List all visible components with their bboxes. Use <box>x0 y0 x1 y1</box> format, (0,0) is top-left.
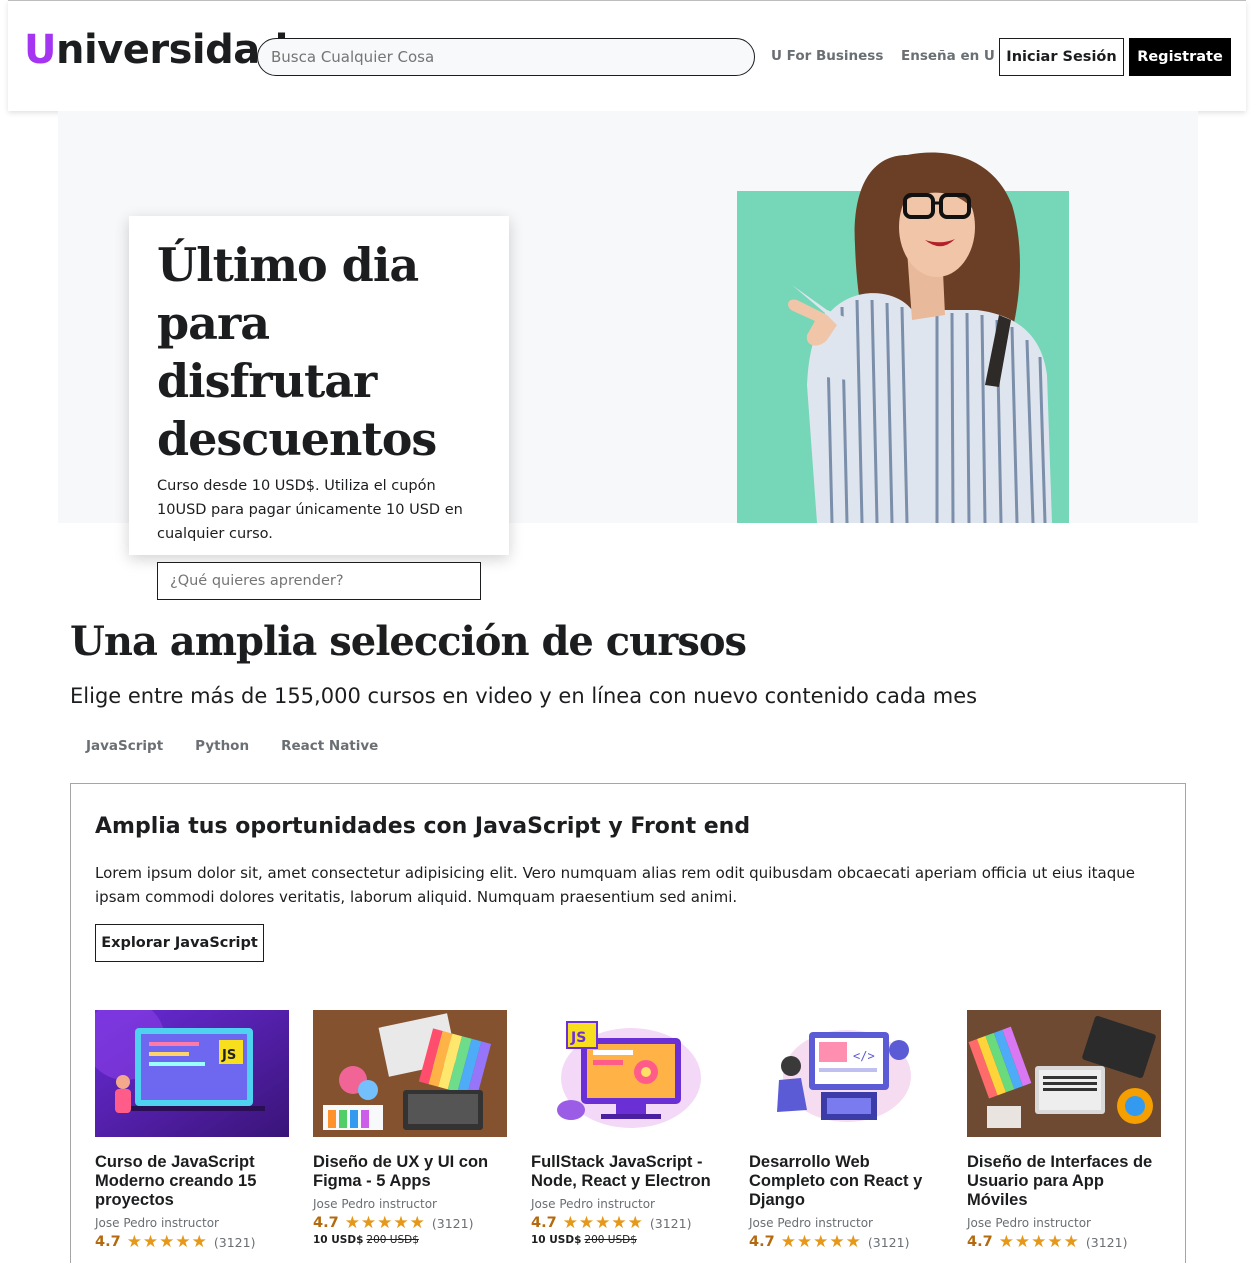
javascript-panel: Amplia tus oportunidades con JavaScript … <box>70 783 1186 1263</box>
hero-woman-image <box>737 135 1069 523</box>
course-title[interactable]: Curso de JavaScript Moderno creando 15 p… <box>95 1153 289 1210</box>
search-input[interactable] <box>257 38 755 76</box>
course-instructor: Jose Pedro instructor <box>967 1216 1091 1230</box>
star-icons: ★★★★★ <box>126 1232 208 1252</box>
top-navbar: Universidad U For Business Enseña en U I… <box>8 0 1246 111</box>
course-rating: 4.7 ★★★★★ (3121) <box>313 1213 507 1233</box>
hero-search-input[interactable] <box>157 562 481 600</box>
course-thumbnail[interactable] <box>313 1010 507 1137</box>
rating-value: 4.7 <box>95 1234 121 1250</box>
old-price: 200 USD$ <box>584 1234 637 1246</box>
course-card[interactable]: Diseño de Interfaces de Usuario para App… <box>967 1010 1161 1252</box>
course-rating: 4.7 ★★★★★ (3121) <box>95 1232 289 1252</box>
tab-react-native[interactable]: React Native <box>265 738 394 754</box>
svg-text:JS: JS <box>570 1030 586 1046</box>
logo-initial: U <box>24 27 56 73</box>
hero-description: Curso desde 10 USD$. Utiliza el cupón 10… <box>157 478 463 542</box>
section-title: Una amplia selección de cursos <box>70 618 747 665</box>
explore-javascript-button[interactable]: Explorar JavaScript <box>95 924 264 962</box>
course-thumbnail[interactable] <box>967 1010 1161 1137</box>
course-card[interactable]: </> Desarrollo Web Completo con React y … <box>749 1010 943 1252</box>
course-rating: 4.7 ★★★★★ (3121) <box>967 1232 1161 1252</box>
course-thumbnail[interactable]: </> <box>749 1010 943 1137</box>
star-icons: ★★★★★ <box>998 1232 1080 1252</box>
course-thumbnail[interactable]: JS <box>531 1010 725 1137</box>
rating-count: (3121) <box>649 1215 692 1231</box>
course-instructor: Jose Pedro instructor <box>95 1216 219 1230</box>
section-subtitle: Elige entre más de 155,000 cursos en vid… <box>70 684 978 708</box>
tab-python[interactable]: Python <box>179 738 265 754</box>
login-button[interactable]: Iniciar Sesión <box>999 38 1124 76</box>
svg-text:</>: </> <box>853 1049 875 1063</box>
rating-value: 4.7 <box>531 1215 557 1231</box>
star-icons: ★★★★★ <box>562 1213 644 1233</box>
panel-description: Lorem ipsum dolor sit, amet consectetur … <box>95 864 1135 906</box>
register-button[interactable]: Registrate <box>1129 38 1231 76</box>
rating-count: (3121) <box>213 1234 256 1250</box>
rating-count: (3121) <box>867 1234 910 1250</box>
rating-value: 4.7 <box>749 1234 775 1250</box>
course-title[interactable]: Diseño de UX y UI con Figma - 5 Apps <box>313 1153 507 1191</box>
course-title[interactable]: Desarrollo Web Completo con React y Djan… <box>749 1153 943 1210</box>
star-icons: ★★★★★ <box>344 1213 426 1233</box>
old-price: 200 USD$ <box>366 1234 419 1246</box>
nav-link-teach[interactable]: Enseña en U <box>901 48 995 64</box>
course-rating: 4.7 ★★★★★ (3121) <box>749 1232 943 1252</box>
course-rating: 4.7 ★★★★★ (3121) <box>531 1213 725 1233</box>
logo-text: niversidad <box>55 27 288 73</box>
nav-link-business[interactable]: U For Business <box>771 48 883 64</box>
course-tabs: JavaScript Python React Native <box>70 738 394 754</box>
course-instructor: Jose Pedro instructor <box>531 1197 655 1211</box>
hero-card: Último dia para disfrutar descuentos Cur… <box>129 216 509 600</box>
tab-javascript[interactable]: JavaScript <box>70 738 179 754</box>
course-title[interactable]: FullStack JavaScript - Node, React y Ele… <box>531 1153 725 1191</box>
current-price: 10 USD$ <box>531 1234 582 1246</box>
current-price: 10 USD$ <box>313 1234 364 1246</box>
course-card[interactable]: JS Curso de JavaScript Moderno creando 1… <box>95 1010 289 1252</box>
svg-text:JS: JS <box>221 1048 236 1063</box>
hero-title: Último dia para disfrutar descuentos <box>157 238 437 466</box>
logo[interactable]: Universidad <box>24 25 288 75</box>
rating-count: (3121) <box>431 1215 474 1231</box>
rating-count: (3121) <box>1085 1234 1128 1250</box>
course-thumbnail[interactable]: JS <box>95 1010 289 1137</box>
course-instructor: Jose Pedro instructor <box>749 1216 873 1230</box>
star-icons: ★★★★★ <box>780 1232 862 1252</box>
course-card[interactable]: JS FullStack JavaScript - Node, React y … <box>531 1010 725 1246</box>
rating-value: 4.7 <box>313 1215 339 1231</box>
course-price: 10 USD$ 200 USD$ <box>313 1234 507 1246</box>
panel-title: Amplia tus oportunidades con JavaScript … <box>95 814 751 839</box>
rating-value: 4.7 <box>967 1234 993 1250</box>
course-title[interactable]: Diseño de Interfaces de Usuario para App… <box>967 1153 1161 1210</box>
course-instructor: Jose Pedro instructor <box>313 1197 437 1211</box>
course-card[interactable]: Diseño de UX y UI con Figma - 5 Apps Jos… <box>313 1010 507 1246</box>
course-price: 10 USD$ 200 USD$ <box>531 1234 725 1246</box>
